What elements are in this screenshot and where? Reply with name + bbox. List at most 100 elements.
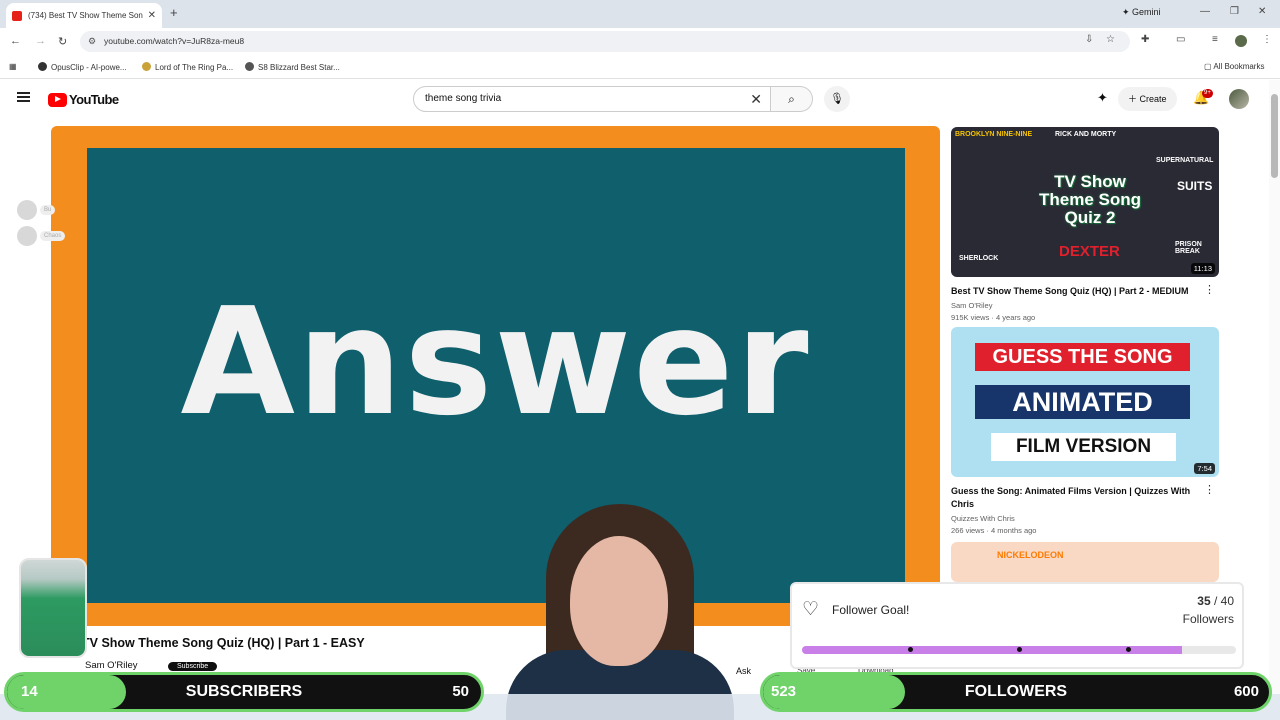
youtube-logo[interactable]: YouTube: [48, 92, 119, 107]
recommendation-channel[interactable]: Sam O'Riley: [951, 301, 1219, 310]
recommendation-meta: 266 views · 4 months ago: [951, 526, 1037, 535]
close-window-icon[interactable]: ✕: [1258, 6, 1266, 17]
duration-badge: 7:54: [1194, 463, 1215, 474]
goal-current: 35: [1197, 594, 1211, 608]
bookmark-opusclip[interactable]: OpusClip - AI-powe...: [38, 62, 127, 72]
thumbnail-line: FILM VERSION: [991, 433, 1176, 461]
clear-search-icon[interactable]: ✕: [750, 87, 762, 111]
close-tab-icon[interactable]: ✕: [148, 10, 156, 21]
browser-tab[interactable]: (734) Best TV Show Theme Son ✕: [6, 3, 162, 28]
thumb-cell: DEXTER: [1059, 243, 1120, 260]
youtube-favicon-icon: [12, 10, 22, 21]
subscribers-label: SUBSCRIBERS: [185, 683, 303, 700]
browser-tab-strip: (734) Best TV Show Theme Son ✕ + ✦ Gemin…: [0, 0, 1280, 28]
scrollbar-thumb[interactable]: [1271, 94, 1278, 178]
followers-bar: FOLLOWERS 523 600: [760, 672, 1272, 712]
recommendation-item[interactable]: GUESS THE SONG ANIMATED FILM VERSION 7:5…: [951, 327, 1219, 535]
bookmark-lotr[interactable]: Lord of The Ring Pa...: [142, 62, 233, 72]
forward-icon[interactable]: →: [35, 35, 46, 47]
gemini-label: Gemini: [1132, 7, 1161, 17]
install-icon[interactable]: ⇩: [1085, 34, 1093, 45]
thumb-cell: SUPERNATURAL: [1156, 157, 1214, 164]
account-avatar[interactable]: [1229, 89, 1249, 109]
recommendation-meta: 915K views · 4 years ago: [951, 313, 1036, 322]
chat-tag: Bu: [40, 205, 56, 215]
profile-avatar-icon[interactable]: [1235, 35, 1247, 47]
voice-search-button[interactable]: 🎙: [824, 86, 850, 112]
opusclip-icon: [38, 62, 47, 71]
goal-count: 35 / 40: [1197, 594, 1234, 608]
subscribe-button[interactable]: Subscribe: [168, 662, 218, 671]
bookmark-label: Lord of The Ring Pa...: [155, 63, 234, 72]
thumb-cell: SUITS: [1177, 179, 1213, 193]
duration-badge: 11:13: [1190, 263, 1215, 274]
youtube-header: YouTube theme song trivia ✕ ⌕ 🎙 ✦ ＋ Crea…: [0, 80, 1280, 120]
video-screen-word: Answer: [180, 276, 811, 448]
thumbnail-line: ANIMATED: [975, 385, 1190, 419]
site-info-icon[interactable]: ⚙: [88, 31, 96, 52]
follower-goal-widget: ♡ Follower Goal! 35 / 40 Followers: [790, 582, 1244, 669]
goal-target: 40: [1220, 594, 1234, 608]
apps-icon[interactable]: ▦: [9, 62, 17, 71]
bookmarks-bar: ▦ OpusClip - AI-powe... Lord of The Ring…: [0, 55, 1280, 79]
subscribers-end: 50: [452, 683, 469, 700]
subscribers-bar: SUBSCRIBERS 14 50: [4, 672, 484, 712]
tab-title: (734) Best TV Show Theme Son: [28, 11, 143, 20]
chat-avatar: [17, 226, 37, 246]
candy-jar-icon: [19, 558, 87, 658]
minimize-icon[interactable]: —: [1200, 6, 1210, 17]
notification-badge: 9+: [1202, 89, 1213, 98]
hamburger-menu-icon[interactable]: [17, 92, 30, 102]
playlist-icon[interactable]: ≡: [1212, 34, 1218, 45]
cast-icon[interactable]: ▭: [1176, 34, 1185, 45]
bookmark-star-icon[interactable]: ☆: [1106, 34, 1115, 45]
restore-icon[interactable]: ❐: [1230, 6, 1239, 17]
youtube-logo-text: YouTube: [69, 92, 119, 107]
goal-milestone: [1017, 647, 1022, 652]
reload-icon[interactable]: ↻: [58, 35, 67, 48]
new-tab-button[interactable]: +: [170, 5, 178, 20]
recommendation-thumbnail[interactable]: GUESS THE SONG ANIMATED FILM VERSION 7:5…: [951, 327, 1219, 477]
search-input[interactable]: theme song trivia ✕: [413, 86, 771, 112]
create-button[interactable]: ＋ Create: [1118, 87, 1177, 111]
goal-milestone: [908, 647, 913, 652]
address-bar[interactable]: ⚙ youtube.com/watch?v=JuR8za-meu8: [80, 31, 1130, 52]
recommendation-item[interactable]: BROOKLYN NINE-NINE RICK AND MORTY SUPERN…: [951, 127, 1219, 322]
more-options-icon[interactable]: ⋮: [1204, 483, 1215, 496]
microphone-icon: 🎙: [830, 93, 844, 105]
recommendation-title[interactable]: Best TV Show Theme Song Quiz (HQ) | Part…: [951, 285, 1201, 298]
recommendation-item[interactable]: NICKELODEON: [951, 542, 1219, 582]
thumb-cell: RICK AND MORTY: [1055, 131, 1117, 138]
thumb-cell: PRISON BREAK: [1175, 241, 1202, 255]
recommendation-thumbnail[interactable]: NICKELODEON: [951, 542, 1219, 582]
recommendation-channel[interactable]: Quizzes With Chris: [951, 514, 1219, 523]
recommendation-title[interactable]: Guess the Song: Animated Films Version |…: [951, 485, 1201, 511]
back-icon[interactable]: ←: [10, 35, 21, 47]
channel-name[interactable]: Sam O'Riley: [85, 660, 138, 671]
search-icon: ⌕: [788, 92, 795, 106]
followers-end: 600: [1233, 683, 1259, 700]
followers-label: FOLLOWERS: [964, 683, 1068, 700]
recommendation-thumbnail[interactable]: BROOKLYN NINE-NINE RICK AND MORTY SUPERN…: [951, 127, 1219, 277]
thumbnail-title: TV Show Theme Song Quiz 2: [1038, 172, 1141, 227]
thumbnail-title: NICKELODEON: [997, 550, 1064, 560]
url-text: youtube.com/watch?v=JuR8za-meu8: [104, 36, 245, 46]
create-label: Create: [1139, 94, 1167, 104]
bookmark-label: S8 Blizzard Best Star...: [258, 63, 340, 72]
goal-unit: Followers: [1182, 612, 1234, 626]
webcam-overlay: [490, 500, 750, 720]
search-query: theme song trivia: [425, 93, 502, 104]
chrome-menu-icon[interactable]: ⋮: [1262, 34, 1272, 45]
bookmark-blizzard[interactable]: S8 Blizzard Best Star...: [245, 62, 340, 72]
gemini-button[interactable]: ✦ Gemini: [1122, 7, 1161, 18]
thumbnail-line: GUESS THE SONG: [975, 343, 1190, 371]
all-bookmarks[interactable]: ▢ All Bookmarks: [1204, 62, 1264, 71]
more-options-icon[interactable]: ⋮: [1204, 283, 1215, 296]
chat-tag: Chaos: [40, 231, 66, 241]
hype-icon[interactable]: ✦: [1097, 90, 1108, 106]
heart-icon: ♡: [802, 599, 820, 620]
search-button[interactable]: ⌕: [771, 86, 813, 112]
extensions-icon[interactable]: ✚: [1141, 34, 1149, 45]
goal-milestone: [1126, 647, 1131, 652]
chat-avatar: [17, 200, 37, 220]
